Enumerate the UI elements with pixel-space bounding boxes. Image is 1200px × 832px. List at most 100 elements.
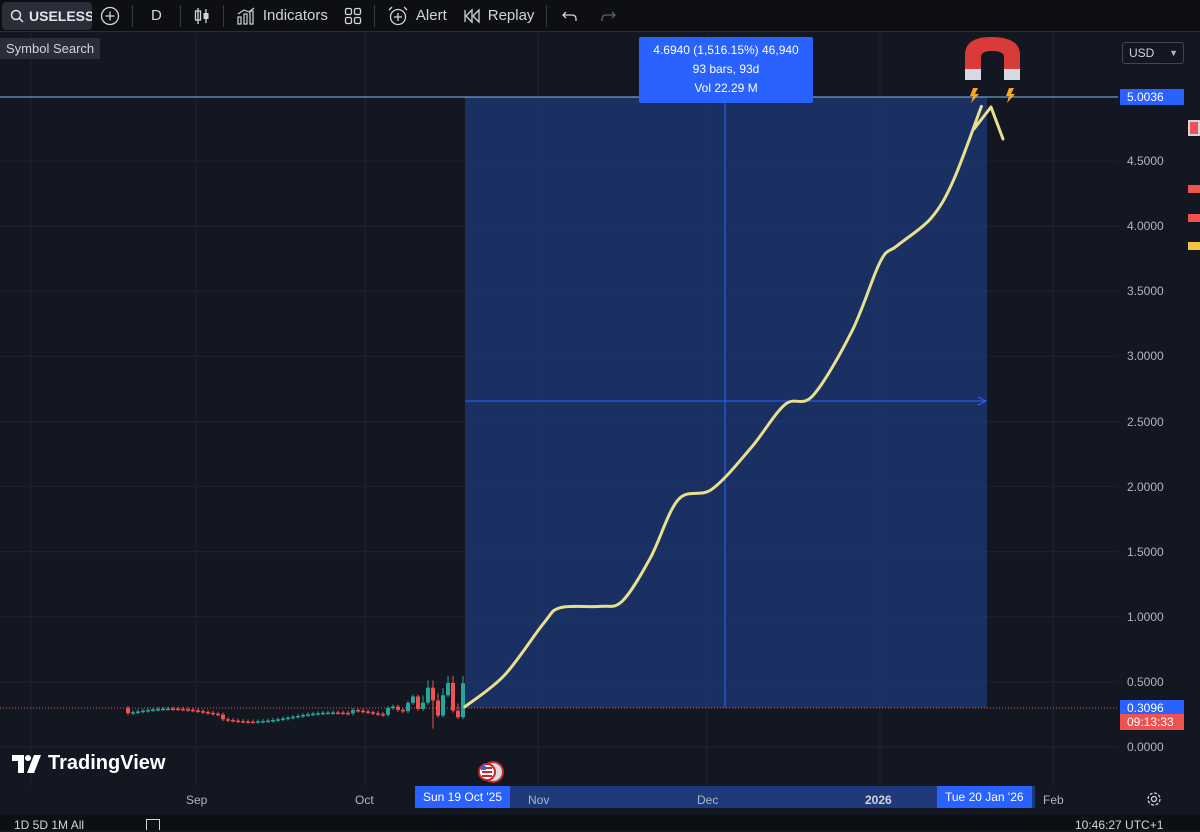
chart-canvas[interactable] <box>0 33 1118 785</box>
candle-body <box>446 682 450 696</box>
indicators-icon <box>237 7 255 25</box>
candle-body <box>241 721 245 723</box>
price-tick-label: 1.0000 <box>1127 609 1164 624</box>
currency-select[interactable]: USD ▼ <box>1122 42 1184 64</box>
candles-icon <box>194 7 209 24</box>
alert-label: Alert <box>415 7 447 24</box>
indicators-button[interactable]: Indicators <box>228 0 336 32</box>
interval-button[interactable]: D <box>137 0 176 32</box>
candle-body <box>396 706 400 710</box>
price-axis[interactable] <box>1118 33 1200 785</box>
candle-body <box>376 713 380 715</box>
candle-body <box>176 708 180 711</box>
symbol-name: USELESS <box>29 7 92 24</box>
gear-icon <box>1147 792 1161 806</box>
redo-button[interactable] <box>589 0 627 32</box>
candle-body <box>361 710 365 713</box>
toolbar-divider <box>132 4 133 27</box>
price-tick-label: 2.0000 <box>1127 479 1164 494</box>
indicators-label: Indicators <box>262 7 328 24</box>
candle-body <box>366 711 370 713</box>
candle-body <box>401 709 405 712</box>
edge-marker <box>1188 214 1200 222</box>
candle-body <box>156 708 160 711</box>
tradingview-logo-text: TradingView <box>48 752 166 774</box>
earnings-marker-icon <box>478 761 504 783</box>
candle-body <box>351 709 355 714</box>
candle-body <box>246 721 250 723</box>
candle-body <box>126 707 130 714</box>
chart-type-button[interactable] <box>185 0 219 32</box>
time-tick-label: Dec <box>697 793 719 807</box>
compare-symbol-button[interactable] <box>92 0 128 32</box>
currency-label: USD <box>1129 46 1155 60</box>
candle-body <box>251 721 255 724</box>
candle-body <box>266 720 270 723</box>
candle-body <box>166 708 170 711</box>
candle-body <box>161 708 165 711</box>
redo-icon <box>601 11 617 21</box>
grid-icon <box>344 7 362 24</box>
candle-body <box>391 706 395 709</box>
candle-body <box>236 720 240 723</box>
candle-body <box>306 714 310 716</box>
candle-body <box>276 719 280 721</box>
plus-circle-icon <box>100 6 120 25</box>
interval-label: D <box>151 7 162 24</box>
candle-body <box>201 711 205 713</box>
symbol-search-button[interactable]: USELESS <box>2 1 92 30</box>
candle-body <box>416 696 420 709</box>
price-tick-label: 3.5000 <box>1127 284 1164 299</box>
calendar-icon[interactable] <box>146 819 160 830</box>
replay-button[interactable]: Replay <box>455 0 543 32</box>
high-price-label: 5.0036 <box>1120 89 1184 105</box>
toolbar-divider <box>179 4 181 27</box>
alert-button[interactable]: Alert <box>379 0 455 32</box>
alarm-clock-icon <box>388 6 408 25</box>
time-tick-label: 2026 <box>865 793 892 807</box>
time-tick-label: Feb <box>1043 793 1064 807</box>
candle-body <box>186 709 190 711</box>
candle-body <box>316 713 320 715</box>
candle-body <box>281 718 285 720</box>
candle-body <box>441 695 445 716</box>
toolbar-divider <box>373 4 375 27</box>
rewind-icon <box>464 7 480 24</box>
price-tick-label: 2.5000 <box>1127 414 1164 429</box>
candle-body <box>221 714 225 720</box>
tradingview-logo: TradingView <box>12 752 165 775</box>
candle-body <box>386 707 390 715</box>
candle-body <box>226 719 230 721</box>
candle-body <box>196 710 200 712</box>
range-start-date-label: Sun 19 Oct '25 <box>415 786 511 808</box>
layouts-button[interactable] <box>336 0 370 32</box>
chart-settings-button[interactable] <box>1145 790 1163 808</box>
candle-body <box>426 687 430 703</box>
search-icon <box>10 9 24 23</box>
magnet-icon <box>965 37 1020 103</box>
time-tick-label: Nov <box>528 793 550 807</box>
edge-marker <box>1188 120 1200 136</box>
time-tick-label: Oct <box>355 793 374 807</box>
time-tick-label: Sep <box>186 793 208 807</box>
candles-group <box>126 675 465 729</box>
edge-marker <box>1188 242 1200 250</box>
price-tick-label: 1.5000 <box>1127 544 1164 559</box>
candle-body <box>346 712 350 715</box>
candle-body <box>341 712 345 715</box>
candle-body <box>181 708 185 711</box>
candle-body <box>301 715 305 717</box>
toolbar-divider <box>222 4 224 27</box>
price-tick-label: 3.0000 <box>1127 349 1164 364</box>
candle-body <box>456 710 460 718</box>
undo-button[interactable] <box>551 0 589 32</box>
top-toolbar: USELESS D Indicators Alert Replay <box>0 0 1200 32</box>
edge-marker <box>1188 185 1200 193</box>
candle-body <box>451 682 455 711</box>
chart-pane[interactable] <box>0 33 1118 785</box>
measure-info-box: 4.6940 (1,516.15%) 46,940 93 bars, 93d V… <box>639 37 813 103</box>
candle-body <box>336 712 340 714</box>
price-tick-label: 4.0000 <box>1127 219 1164 234</box>
candle-body <box>206 711 210 714</box>
candle-body <box>436 700 440 716</box>
